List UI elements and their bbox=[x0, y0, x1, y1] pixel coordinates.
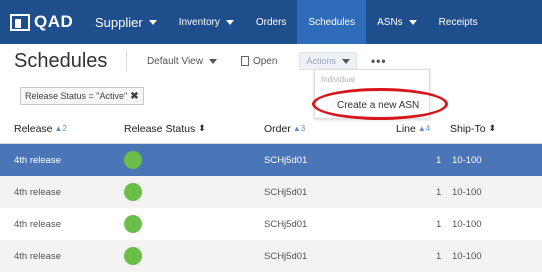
column-label: Ship-To bbox=[450, 122, 486, 135]
actions-dropdown-menu: Individual Create a new ASN bbox=[314, 69, 430, 119]
nav-item-label: Supplier bbox=[95, 14, 143, 30]
cell-line: 1 bbox=[436, 250, 442, 262]
cell-release: 4th release bbox=[14, 218, 62, 230]
cell-ship-to: 10-100 bbox=[452, 250, 482, 262]
cell-release: 4th release bbox=[14, 186, 62, 198]
chevron-down-icon bbox=[341, 58, 350, 64]
top-nav: QAD Supplier Inventory Orders Schedules … bbox=[0, 0, 542, 44]
create-new-asn-menu-item[interactable]: Create a new ASN bbox=[337, 100, 419, 111]
close-icon[interactable]: ✖ bbox=[130, 91, 138, 102]
column-header-line[interactable]: Line ▲4 bbox=[396, 123, 430, 135]
schedules-table: Release ▲2 Release Status ⬍ Order ▲3 Lin… bbox=[0, 114, 542, 272]
sort-icon: ⬍ bbox=[488, 123, 497, 133]
nav-item-label: Orders bbox=[255, 16, 287, 28]
nav-item-schedules[interactable]: Schedules bbox=[297, 0, 367, 44]
nav-item-receipts[interactable]: Receipts bbox=[428, 0, 489, 44]
nav-item-label: Schedules bbox=[308, 16, 356, 28]
column-header-order[interactable]: Order ▲3 bbox=[264, 123, 305, 135]
column-header-release[interactable]: Release ▲2 bbox=[14, 123, 67, 135]
status-active-icon bbox=[124, 247, 142, 265]
cell-release-status bbox=[124, 208, 142, 240]
cell-release-status bbox=[124, 240, 142, 272]
table-row[interactable]: 4th release SCHj5d01 1 10-100 bbox=[0, 176, 542, 208]
column-header-release-status[interactable]: Release Status ⬍ bbox=[124, 123, 206, 135]
sort-asc-icon: ▲2 bbox=[54, 124, 67, 133]
table-row[interactable]: 4th release SCHj5d01 1 10-100 bbox=[0, 144, 542, 176]
table-row[interactable]: 4th release SCHj5d01 1 10-100 bbox=[0, 208, 542, 240]
cell-ship-to: 10-100 bbox=[452, 218, 482, 230]
filter-chip-label: Release Status = "Active" bbox=[25, 91, 128, 101]
nav-item-asns[interactable]: ASNs bbox=[366, 0, 428, 44]
status-active-icon bbox=[124, 183, 142, 201]
sort-asc-icon: ▲4 bbox=[417, 124, 431, 133]
toolbar: Schedules Default View Open Actions ••• bbox=[0, 44, 542, 78]
sort-icon: ⬍ bbox=[198, 123, 206, 133]
table-row[interactable]: 4th release SCHj5d01 1 10-100 bbox=[0, 240, 542, 272]
nav-item-label: ASNs bbox=[377, 16, 403, 28]
actions-button-label: Actions bbox=[306, 56, 336, 66]
cell-order: SCHj5d01 bbox=[264, 186, 308, 198]
column-label: Release Status bbox=[124, 122, 196, 135]
filter-chip: Release Status = "Active" ✖ bbox=[20, 87, 144, 105]
cell-line: 1 bbox=[436, 186, 442, 198]
status-active-icon bbox=[124, 215, 142, 233]
divider bbox=[126, 50, 127, 72]
column-label: Order bbox=[264, 122, 291, 135]
actions-button[interactable]: Actions bbox=[299, 52, 357, 70]
cell-order: SCHj5d01 bbox=[264, 218, 308, 230]
view-select[interactable]: Default View bbox=[147, 56, 217, 67]
cell-release: 4th release bbox=[14, 154, 62, 166]
open-button-label: Open bbox=[252, 55, 278, 67]
qad-logo[interactable]: QAD bbox=[0, 0, 84, 44]
column-label: Release bbox=[14, 122, 53, 135]
cell-line: 1 bbox=[436, 218, 442, 230]
nav-item-label: Inventory bbox=[178, 16, 220, 28]
chevron-down-icon bbox=[408, 19, 417, 25]
table-header: Release ▲2 Release Status ⬍ Order ▲3 Lin… bbox=[0, 114, 542, 144]
nav-item-orders[interactable]: Orders bbox=[245, 0, 298, 44]
cell-release-status bbox=[124, 176, 142, 208]
cell-ship-to: 10-100 bbox=[452, 154, 482, 166]
logo-mark-icon bbox=[10, 13, 30, 31]
cell-ship-to: 10-100 bbox=[452, 186, 482, 198]
cell-release-status bbox=[124, 144, 142, 176]
cell-line: 1 bbox=[436, 154, 442, 166]
cell-order: SCHj5d01 bbox=[264, 250, 308, 262]
page-title: Schedules bbox=[14, 49, 108, 72]
nav-item-label: Receipts bbox=[438, 16, 478, 28]
chevron-down-icon bbox=[208, 58, 217, 64]
document-icon bbox=[240, 56, 249, 66]
logo-text: QAD bbox=[34, 12, 74, 31]
open-button[interactable]: Open bbox=[240, 55, 278, 67]
column-header-ship-to[interactable]: Ship-To ⬍ bbox=[450, 123, 496, 135]
cell-order: SCHj5d01 bbox=[264, 154, 308, 166]
nav-item-inventory[interactable]: Inventory bbox=[168, 0, 245, 44]
column-label: Line bbox=[396, 122, 416, 135]
chevron-down-icon bbox=[225, 19, 234, 25]
cell-release: 4th release bbox=[14, 250, 62, 262]
more-button[interactable]: ••• bbox=[371, 54, 387, 68]
view-select-label: Default View bbox=[147, 55, 203, 67]
sort-asc-icon: ▲3 bbox=[292, 124, 306, 133]
chevron-down-icon bbox=[148, 19, 157, 25]
status-active-icon bbox=[124, 151, 142, 169]
dropdown-section-header: Individual bbox=[321, 75, 355, 84]
nav-item-supplier[interactable]: Supplier bbox=[84, 0, 168, 44]
